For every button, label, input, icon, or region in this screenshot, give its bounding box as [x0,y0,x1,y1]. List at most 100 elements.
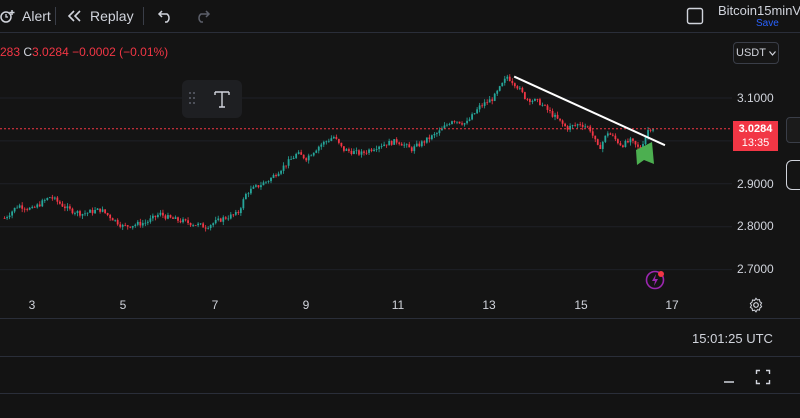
candle-body [81,214,84,216]
clock-readout: 15:01:25 UTC [692,331,773,346]
candle-body [531,100,534,102]
candle-body [463,123,466,125]
candle-body [212,223,215,226]
candle-body [604,135,607,142]
candle-body [109,214,112,219]
candle-body [373,149,375,151]
candle-body [48,197,51,199]
candle-body [285,165,287,167]
candle-body [151,215,154,219]
candle-body [56,197,59,202]
lightning-button[interactable] [645,269,665,290]
candle-body [606,133,609,136]
candle-body [46,197,49,201]
candle-body [282,165,285,171]
candle-body [516,86,519,89]
candle-body [157,214,159,217]
candle-body [144,222,147,224]
candle-body [353,151,355,155]
rewind-icon [66,9,84,23]
candle-body [332,136,335,139]
currency-selector[interactable]: USDT [733,42,779,64]
candle-body [61,203,64,207]
save-label: Save [756,18,779,29]
side-panel-button[interactable] [786,160,800,190]
candle-body [96,208,99,211]
candle-body [388,140,391,146]
candle-body [222,217,225,222]
candle-body [380,145,383,147]
candle-body [149,218,152,222]
candle-body [74,213,76,214]
candle-body [478,105,481,110]
minimize-panel-button[interactable] [722,371,736,385]
candle-body [627,140,629,143]
x-tick: 3 [28,298,36,312]
undo-button[interactable] [157,0,175,32]
candle-body [541,104,544,106]
maximize-panel-button[interactable] [755,369,771,385]
x-tick: 5 [119,298,127,312]
candle-body [355,150,358,152]
candle-body [247,193,250,195]
alert-button[interactable]: Alert [0,0,51,32]
redo-button[interactable] [193,0,211,32]
candle-body [131,225,134,228]
candle-body [315,150,318,153]
candle-body [13,207,16,212]
candle-body [327,140,330,142]
candle-body [192,225,194,226]
candle-body [38,204,41,207]
candle-body [18,205,21,208]
candle-body [43,200,46,201]
candle-body [320,144,323,147]
candle-body [305,158,308,161]
candle-body [136,221,139,225]
candle-body [242,199,245,209]
drag-handle-icon[interactable] [188,91,196,105]
candle-body [486,102,489,104]
candle-body [232,214,235,216]
candle-body [292,157,295,159]
candle-body [106,213,109,215]
candle-body [390,140,393,145]
candle-body [76,211,79,214]
current-price-label: 3.0284 13:35 [733,121,778,151]
candle-body [468,119,471,121]
candle-body [33,206,36,208]
candle-body [498,86,501,91]
current-price-value: 3.0284 [738,123,773,135]
candle-body [255,185,257,187]
candle-body [579,124,582,126]
text-tool-icon[interactable] [213,89,231,109]
candle-body [503,78,506,83]
currency-label: USDT [736,47,766,59]
candle-body [584,126,587,128]
candle-body [410,147,413,152]
candle-body [177,217,179,221]
candle-body [335,136,338,140]
layout-name-area[interactable]: Bitcoin15minV Save [718,3,800,31]
candle-body [174,217,177,219]
candle-body [6,217,8,219]
candle-body [521,87,524,93]
chart-pane[interactable] [0,33,800,318]
floating-drawing-toolbar [182,80,242,118]
candle-body [317,146,320,151]
price-chart[interactable] [0,33,800,318]
replay-button[interactable]: Replay [66,0,134,32]
candle-body [250,188,252,194]
side-panel-button[interactable] [786,117,800,143]
y-tick: 2.7000 [737,262,774,276]
axis-settings-button[interactable] [748,297,764,313]
candle-body [637,144,639,147]
candle-body [483,102,486,106]
change-value: −0.0002 [72,45,116,59]
candle-body [438,130,441,134]
candle-body [237,212,240,214]
candle-body [428,137,431,140]
candle-body [257,185,260,188]
layout-toggle[interactable] [686,0,704,32]
candle-body [121,224,124,227]
candle-body [546,105,549,110]
